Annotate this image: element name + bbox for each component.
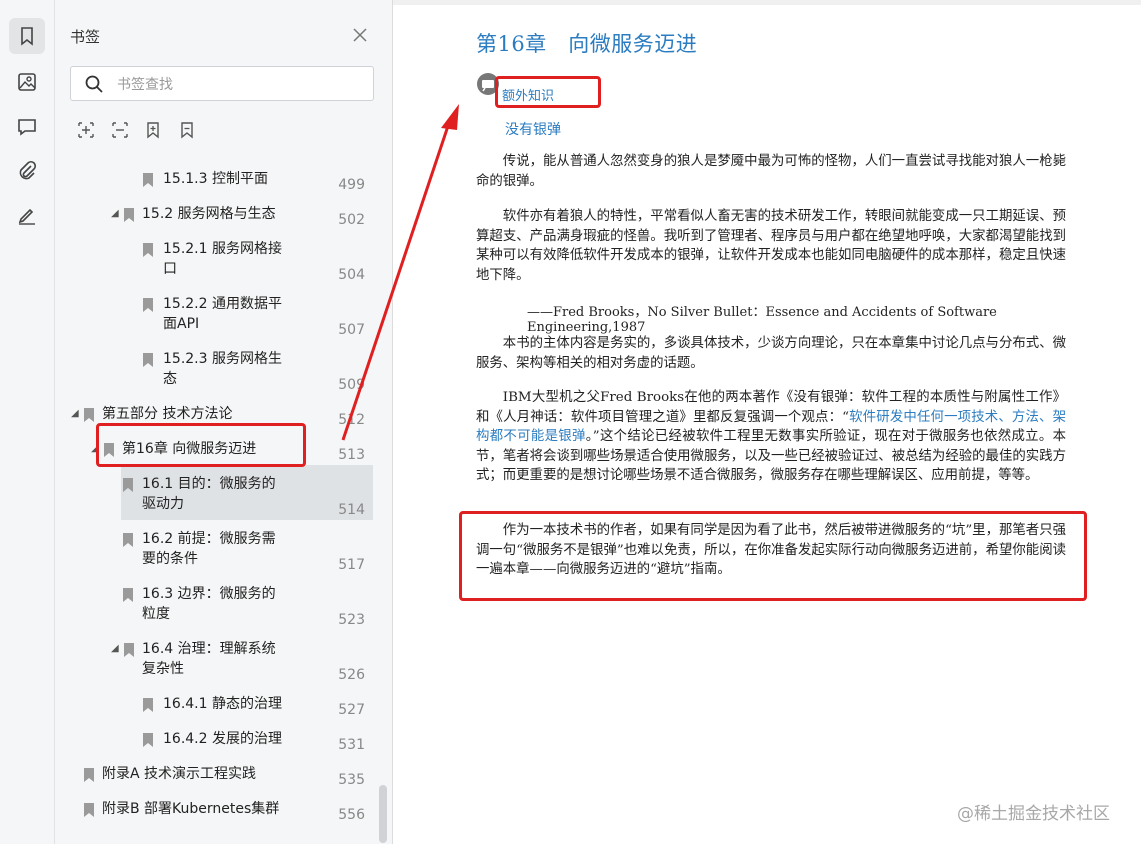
annotation-arrow <box>341 104 459 441</box>
